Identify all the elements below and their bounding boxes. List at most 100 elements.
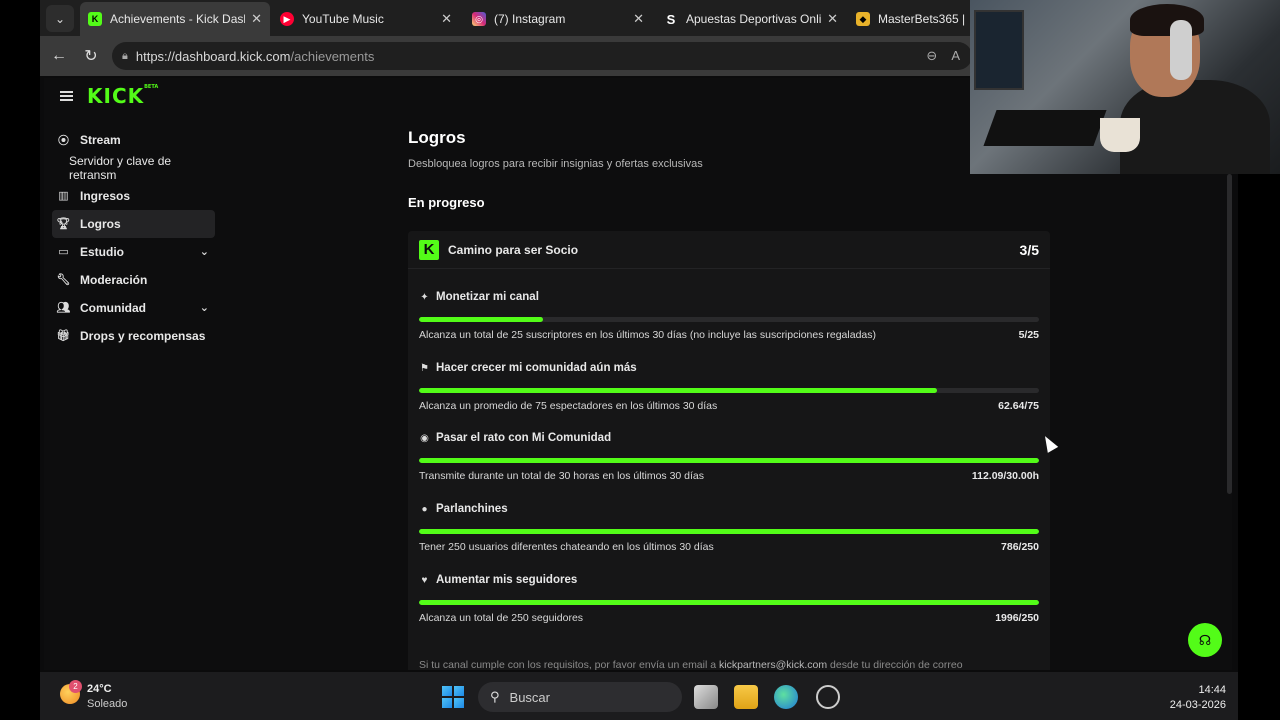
progress-bar (419, 600, 1039, 605)
sidebar-item-estudio[interactable]: ▭ Estudio ⌄ (52, 238, 215, 266)
card-progress-count: 3/5 (1019, 241, 1039, 258)
chevron-down-icon[interactable]: ⌄ (200, 245, 209, 258)
main-content: Logros Desbloquea logros para recibir in… (408, 128, 1050, 210)
achievement-title: Aumentar mis seguidores (436, 574, 578, 586)
card-title: Camino para ser Socio (448, 242, 579, 257)
tab-masterbets[interactable]: ◆ MasterBets365 | Jug (848, 2, 973, 36)
section-title-in-progress: En progreso (408, 195, 485, 210)
chat-icon: ● (421, 503, 428, 515)
obs-icon[interactable] (816, 685, 840, 709)
page-scrollbar[interactable] (1227, 174, 1232, 494)
progress-bar (419, 529, 1039, 534)
card-header: K Camino para ser Socio 3/5 (408, 231, 1050, 269)
shield-icon: ◆ (856, 12, 870, 26)
progress-bar (419, 458, 1039, 463)
wrench-icon: 🔧︎ (56, 274, 71, 286)
studio-icon: ▭ (58, 246, 69, 258)
sidebar-item-stream-key[interactable]: Servidor y clave de retransm (52, 154, 215, 182)
youtube-music-icon: ▶ (280, 12, 294, 26)
tab-apuestas[interactable]: S Apuestas Deportivas Online ✕ (656, 2, 846, 36)
weather-desc: Soleado (87, 698, 128, 710)
people-icon: 👥︎ (56, 302, 71, 314)
sidebar-item-comunidad[interactable]: 👥︎ Comunidad ⌄ (52, 294, 215, 322)
url-host: https://dashboard.kick.com (135, 48, 291, 64)
taskbar-search[interactable]: ⚲ Buscar (478, 682, 682, 712)
partner-email-link[interactable]: kickpartners@kick.com (719, 659, 827, 670)
sidebar-item-logros[interactable]: 🏆︎ Logros (52, 210, 215, 238)
edge-browser-icon[interactable] (774, 685, 798, 709)
tab-title: Achievements - Kick Dashboard (110, 12, 245, 26)
clock-date: 24-03-2026 (1169, 699, 1226, 711)
progress-fill (419, 529, 1039, 534)
webcam-overlay (970, 0, 1280, 174)
achievement-desc: Alcanza un total de 25 suscriptores en l… (419, 329, 876, 341)
system-clock[interactable]: 14:44 24-03-2026 (1170, 683, 1226, 713)
achievement-item: ♥ Aumentar mis seguidores Alcanza un tota… (419, 573, 1039, 624)
sidebar-item-drops[interactable]: 🎁︎ Drops y recompensas (52, 322, 215, 350)
back-arrow-icon[interactable]: ← (48, 45, 70, 67)
achievement-value: 5/25 (1018, 329, 1039, 341)
tab-youtube-music[interactable]: ▶ YouTube Music ✕ (272, 2, 460, 36)
sparkle-icon: ✦ (420, 291, 429, 303)
close-icon[interactable]: ✕ (827, 11, 838, 27)
windows-start-icon[interactable] (442, 686, 464, 708)
s-icon: S (666, 11, 676, 27)
achievement-item: ● Parlanchines Tener 250 usuarios diferen… (419, 502, 1039, 553)
tab-title: Apuestas Deportivas Online (686, 12, 822, 26)
task-view-icon[interactable] (694, 685, 718, 709)
achievement-value: 1996/250 (995, 612, 1039, 624)
support-headset-icon[interactable]: ☊ (1188, 623, 1222, 657)
achievement-value: 112.09/30.00h (971, 470, 1039, 482)
sidebar-item-stream[interactable]: ⦿ Stream (52, 126, 215, 154)
menu-icon[interactable] (60, 91, 73, 101)
address-bar[interactable]: 🔒︎ https://dashboard.kick.com/achievemen… (112, 42, 972, 70)
tab-list-chevron-icon[interactable]: ⌄ (46, 5, 74, 32)
search-placeholder: Buscar (509, 689, 550, 705)
clock-time: 14:44 (1198, 684, 1226, 696)
tab-title: YouTube Music (302, 12, 384, 26)
trophy-icon: 🏆︎ (56, 218, 71, 230)
kick-icon: K (419, 239, 439, 260)
achievement-value: 786/250 (1001, 541, 1039, 553)
progress-bar (419, 317, 1039, 322)
sidebar-item-label: Ingresos (80, 189, 131, 203)
tab-title: (7) Instagram (494, 12, 566, 26)
read-aloud-icon[interactable]: A (951, 48, 960, 64)
partner-path-card: K Camino para ser Socio 3/5 ✦ Monetizar m… (408, 231, 1050, 670)
signal-icon: ◉ (420, 432, 429, 444)
page-title: Logros (408, 128, 466, 147)
close-icon[interactable]: ✕ (441, 11, 452, 27)
sidebar-item-label: Moderación (80, 273, 148, 287)
sidebar: ⦿ Stream Servidor y clave de retransm ▥ … (52, 126, 215, 350)
achievement-item: ✦ Monetizar mi canal Alcanza un total de … (419, 290, 1039, 341)
footnote-text: desde tu dirección de correo (830, 659, 963, 670)
sidebar-item-label: Servidor y clave de retransm (69, 154, 172, 182)
tab-instagram[interactable]: ◎ (7) Instagram ✕ (464, 2, 652, 36)
sidebar-item-label: Comunidad (80, 301, 146, 315)
sidebar-item-ingresos[interactable]: ▥ Ingresos (52, 182, 215, 210)
kick-logo[interactable]: KICKBETA (87, 84, 158, 108)
close-icon[interactable]: ✕ (633, 11, 644, 27)
achievement-desc: Tener 250 usuarios diferentes chateando … (419, 541, 714, 553)
progress-fill (419, 388, 937, 393)
achievement-title: Parlanchines (436, 503, 508, 515)
achievement-value: 62.64/75 (998, 400, 1039, 412)
footnote-text: Si tu canal cumple con los requisitos, p… (419, 659, 717, 670)
achievement-desc: Transmite durante un total de 30 horas e… (419, 470, 705, 482)
tab-title: MasterBets365 | Jug (878, 12, 965, 26)
zoom-icon[interactable]: ⊖ (926, 48, 937, 64)
achievement-title: Monetizar mi canal (436, 291, 539, 303)
page-subtitle: Desbloquea logros para recibir insignias… (408, 158, 703, 170)
close-icon[interactable]: ✕ (251, 11, 262, 27)
lock-icon: 🔒︎ (122, 49, 128, 62)
group-icon: ⚑ (420, 362, 429, 374)
reload-icon[interactable]: ↻ (80, 45, 102, 67)
tab-kick-achievements[interactable]: K Achievements - Kick Dashboard ✕ (80, 2, 270, 36)
achievement-item: ⚑ Hacer crecer mi comunidad aún más Alcan… (419, 361, 1039, 412)
file-explorer-icon[interactable] (734, 685, 758, 709)
chevron-down-icon[interactable]: ⌄ (200, 301, 209, 314)
progress-fill (419, 317, 543, 322)
achievement-desc: Alcanza un total de 250 seguidores (419, 612, 584, 624)
instagram-icon: ◎ (472, 12, 486, 26)
sidebar-item-moderacion[interactable]: 🔧︎ Moderación (52, 266, 215, 294)
